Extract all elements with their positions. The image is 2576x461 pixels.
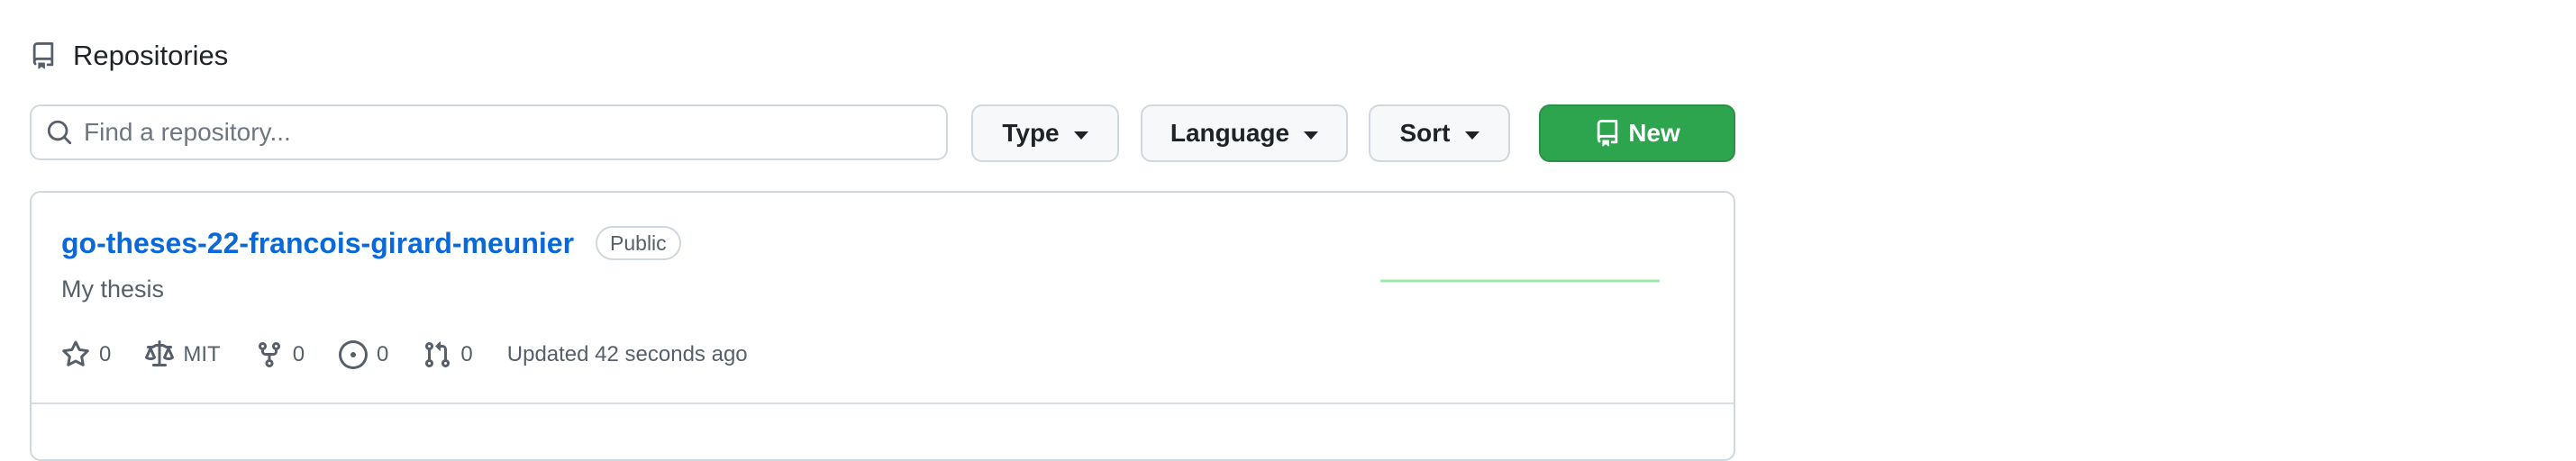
new-button-label: New — [1628, 119, 1680, 147]
language-filter-label: Language — [1170, 119, 1290, 147]
pull-requests-value: 0 — [460, 342, 473, 366]
sort-button[interactable]: Sort — [1369, 104, 1510, 162]
issue-opened-icon — [339, 340, 369, 369]
visibility-badge: Public — [596, 226, 681, 260]
chevron-down-icon — [1464, 131, 1479, 140]
git-pull-request-icon — [425, 341, 451, 368]
chevron-down-icon — [1304, 131, 1319, 140]
repo-icon — [32, 42, 54, 69]
repo-description: My thesis — [61, 276, 165, 303]
repo-meta: 0 MIT 0 0 0 Updated 42 seconds ago — [61, 339, 748, 370]
type-filter-label: Type — [1002, 119, 1060, 147]
activity-sparkline — [1380, 279, 1660, 283]
page-title: Repositories — [73, 40, 229, 71]
repo-name-link[interactable]: go-theses-22-francois-girard-meunier — [61, 227, 574, 260]
chevron-down-icon — [1073, 131, 1088, 140]
updated-time: Updated 42 seconds ago — [506, 342, 748, 366]
star-icon — [62, 340, 89, 366]
law-icon — [145, 340, 175, 366]
new-repository-button[interactable]: New — [1539, 104, 1735, 162]
issues-value: 0 — [377, 342, 389, 366]
issues-count[interactable]: 0 — [339, 340, 388, 369]
repo-list: go-theses-22-francois-girard-meunier Pub… — [30, 191, 1735, 461]
repo-title-row: go-theses-22-francois-girard-meunier Pub… — [61, 225, 681, 261]
repositories-panel: Repositories Type Language Sort New go-t… — [0, 0, 2576, 461]
pull-requests-count[interactable]: 0 — [423, 340, 473, 369]
repo-icon — [1597, 120, 1618, 147]
list-divider — [32, 402, 1734, 404]
stars-value: 0 — [99, 342, 112, 366]
search-box[interactable] — [30, 104, 948, 160]
repositories-heading: Repositories — [30, 36, 228, 76]
fork-icon — [258, 342, 280, 368]
search-icon — [47, 120, 72, 145]
type-filter-button[interactable]: Type — [971, 104, 1119, 162]
sort-label: Sort — [1399, 119, 1451, 147]
license-value: MIT — [183, 342, 221, 366]
forks-value: 0 — [292, 342, 305, 366]
search-input[interactable] — [82, 117, 933, 148]
license: MIT — [145, 340, 221, 369]
language-filter-button[interactable]: Language — [1141, 104, 1348, 162]
forks-count[interactable]: 0 — [255, 340, 305, 369]
stars-count[interactable]: 0 — [61, 340, 111, 369]
